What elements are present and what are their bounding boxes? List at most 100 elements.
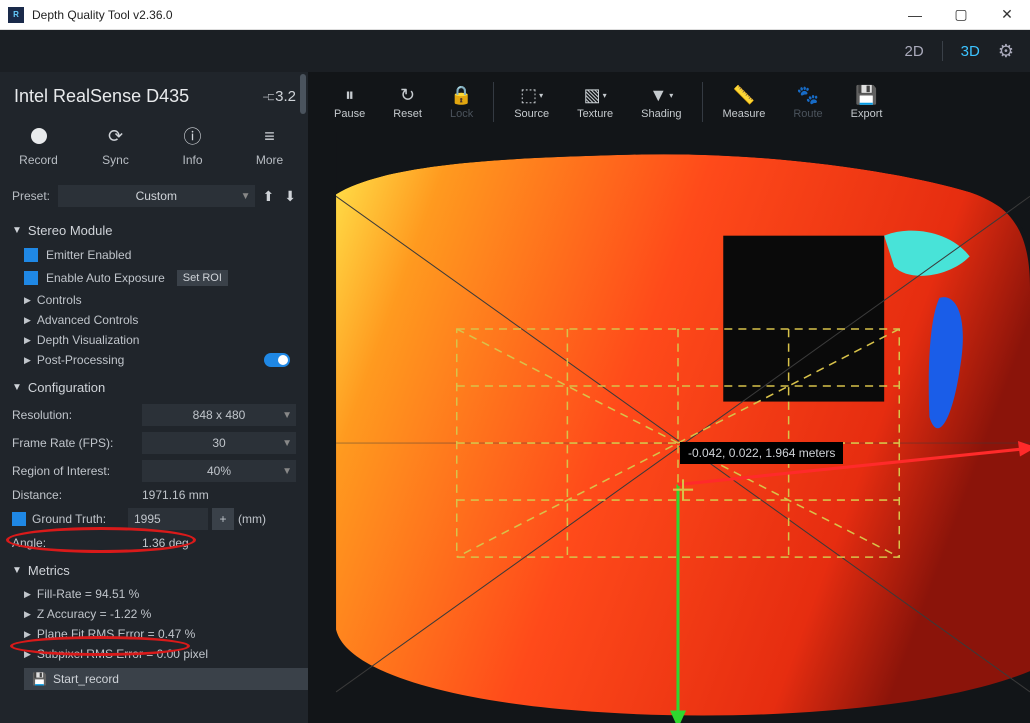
chevron-right-icon: ▶ [24, 649, 31, 660]
toolbar-divider [702, 82, 703, 122]
roi-label: Region of Interest: [12, 464, 142, 478]
save-icon: 💾 [32, 672, 47, 686]
app-icon: R [8, 7, 24, 23]
top-controls-bar: 2D 3D ⚙ [0, 30, 1030, 72]
chevron-down-icon: ▼ [241, 191, 251, 202]
subpixel-metric[interactable]: ▶Subpixel RMS Error = 0.00 pixel [0, 644, 308, 664]
cube-icon: ⬚▾ [520, 84, 543, 106]
depth-vis-expander[interactable]: ▶Depth Visualization [0, 330, 308, 350]
export-button[interactable]: 💾Export [839, 84, 895, 120]
emitter-checkbox[interactable] [24, 248, 38, 262]
save-icon: 💾 [855, 84, 877, 106]
sync-icon: ⟳ [105, 125, 127, 147]
set-roi-button[interactable]: Set ROI [177, 270, 228, 286]
shading-button[interactable]: ▼▾Shading [629, 84, 693, 120]
z-accuracy-metric[interactable]: ▶Z Accuracy = -1.22 % [0, 604, 308, 624]
fps-label: Frame Rate (FPS): [12, 436, 142, 450]
chevron-down-icon: ▼ [282, 466, 292, 477]
maximize-button[interactable]: ▢ [938, 0, 984, 30]
stereo-module-header[interactable]: ▼ Stereo Module [0, 213, 308, 244]
preset-select[interactable]: Custom▼ [58, 185, 255, 207]
ground-truth-checkbox[interactable] [12, 512, 26, 526]
chevron-down-icon: ▼ [12, 565, 22, 576]
minimize-button[interactable]: — [892, 0, 938, 30]
reset-button[interactable]: ↻Reset [381, 84, 434, 120]
paw-icon: 🐾 [797, 84, 819, 106]
toolbar-divider [493, 82, 494, 122]
lock-icon: 🔒 [450, 84, 472, 106]
upload-icon[interactable]: ⬆ [263, 188, 275, 205]
depth-pointcloud [326, 132, 1030, 723]
roi-select[interactable]: 40%▼ [142, 460, 296, 482]
record-button[interactable]: Record [0, 125, 77, 167]
angle-value: 1.36 deg [142, 536, 296, 550]
source-button[interactable]: ⬚▾Source [502, 84, 561, 120]
chevron-down-icon: ▼ [282, 438, 292, 449]
chevron-right-icon: ▶ [24, 589, 31, 600]
device-name: Intel RealSense D435 [14, 86, 252, 107]
chevron-right-icon: ▶ [24, 629, 31, 640]
info-icon: ⓘ [182, 125, 204, 147]
chevron-right-icon: ▶ [24, 355, 31, 366]
view-mode-3d[interactable]: 3D [961, 43, 980, 60]
sync-button[interactable]: ⟳ Sync [77, 125, 154, 167]
window-title: Depth Quality Tool v2.36.0 [32, 8, 892, 22]
post-processing-expander[interactable]: ▶Post-Processing [24, 353, 124, 367]
chevron-down-icon: ▼ [282, 410, 292, 421]
more-button[interactable]: ≡ More [231, 125, 308, 167]
fill-rate-metric[interactable]: ▶Fill-Rate = 94.51 % [0, 584, 308, 604]
advanced-controls-expander[interactable]: ▶Advanced Controls [0, 310, 308, 330]
lock-button: 🔒Lock [438, 84, 485, 120]
depth-canvas[interactable]: -0.042, 0.022, 1.964 meters [308, 132, 1030, 723]
close-button[interactable]: ✕ [984, 0, 1030, 30]
view-mode-2d[interactable]: 2D [904, 43, 923, 60]
distance-value: 1971.16 mm [142, 488, 296, 502]
hamburger-icon: ≡ [259, 125, 281, 147]
texture-button[interactable]: ▧▾Texture [565, 84, 625, 120]
settings-gear-icon[interactable]: ⚙ [998, 41, 1014, 62]
reset-icon: ↻ [400, 84, 415, 106]
texture-icon: ▧▾ [584, 84, 607, 106]
start-record-button[interactable]: 💾Start_record [24, 668, 308, 690]
usb-version: 3.2 [262, 88, 296, 106]
fps-select[interactable]: 30▼ [142, 432, 296, 454]
controls-expander[interactable]: ▶Controls [0, 290, 308, 310]
measure-button[interactable]: 📏Measure [711, 84, 778, 120]
usb-icon [262, 88, 272, 106]
ruler-icon: 📏 [733, 84, 755, 106]
plane-fit-metric[interactable]: ▶Plane Fit RMS Error = 0.47 % [0, 624, 308, 644]
chevron-down-icon: ▼ [12, 225, 22, 236]
pause-button[interactable]: ⏸Pause [322, 84, 377, 120]
preset-label: Preset: [12, 189, 50, 203]
configuration-header[interactable]: ▼ Configuration [0, 370, 308, 401]
chevron-right-icon: ▶ [24, 315, 31, 326]
auto-exposure-checkbox[interactable] [24, 271, 38, 285]
chevron-down-icon: ▼ [12, 382, 22, 393]
ground-truth-unit: (mm) [238, 512, 266, 526]
titlebar: R Depth Quality Tool v2.36.0 — ▢ ✕ [0, 0, 1030, 30]
post-processing-toggle[interactable] [264, 353, 290, 367]
info-button[interactable]: ⓘ Info [154, 125, 231, 167]
viewport: ⏸Pause ↻Reset 🔒Lock ⬚▾Source ▧▾Texture ▼… [308, 72, 1030, 723]
chevron-right-icon: ▶ [24, 295, 31, 306]
chevron-right-icon: ▶ [24, 609, 31, 620]
auto-exposure-label: Enable Auto Exposure [46, 271, 165, 285]
coordinate-tooltip: -0.042, 0.022, 1.964 meters [680, 442, 843, 464]
ground-truth-label: Ground Truth: [32, 512, 128, 526]
download-icon[interactable]: ⬇ [284, 188, 296, 205]
ground-truth-input[interactable]: 1995 [128, 508, 208, 530]
shading-icon: ▼▾ [649, 84, 673, 106]
record-icon [31, 128, 47, 144]
viewer-toolbar: ⏸Pause ↻Reset 🔒Lock ⬚▾Source ▧▾Texture ▼… [308, 72, 1030, 132]
chevron-right-icon: ▶ [24, 335, 31, 346]
emitter-label: Emitter Enabled [46, 248, 131, 262]
ground-truth-plus-button[interactable]: + [212, 508, 234, 530]
sidebar: Intel RealSense D435 3.2 Record ⟳ Sync ⓘ… [0, 72, 308, 723]
distance-label: Distance: [12, 488, 142, 502]
angle-label: Angle: [12, 536, 142, 550]
resolution-label: Resolution: [12, 408, 142, 422]
metrics-header[interactable]: ▼ Metrics [0, 553, 308, 584]
pause-icon: ⏸ [345, 84, 354, 106]
route-button: 🐾Route [781, 84, 834, 120]
resolution-select[interactable]: 848 x 480▼ [142, 404, 296, 426]
